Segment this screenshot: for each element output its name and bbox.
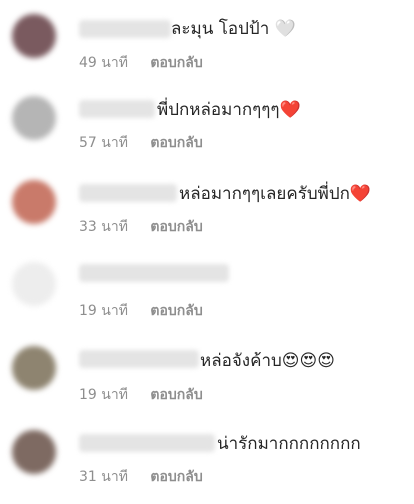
reply-button[interactable]: ตอบกลับ [150, 387, 202, 403]
comment-time: 19 นาที [79, 303, 128, 319]
username-blurred[interactable] [79, 434, 215, 452]
username-blurred[interactable] [79, 184, 177, 202]
comment-time: 33 นาที [79, 219, 128, 235]
username-blurred[interactable] [79, 100, 155, 118]
avatar[interactable] [12, 14, 56, 58]
comment-item: น่ารักมากกกกกกกก 31 นาที ตอบกลับ [0, 420, 414, 504]
avatar[interactable] [12, 96, 56, 140]
comment-meta: 57 นาที ตอบกลับ [79, 132, 203, 154]
comment-time: 57 นาที [79, 135, 128, 151]
comment-text: หล่อจังค้าบ😍😍😍 [200, 351, 335, 371]
reply-button[interactable]: ตอบกลับ [150, 469, 202, 485]
avatar[interactable] [12, 180, 56, 224]
comment-text: ละมุน โอปป้า 🤍 [171, 19, 296, 39]
username-blurred[interactable] [79, 264, 229, 282]
comment-item: ละมุน โอปป้า 🤍 49 นาที ตอบกลับ [0, 0, 414, 84]
reply-button[interactable]: ตอบกลับ [150, 219, 202, 235]
reply-button[interactable]: ตอบกลับ [150, 303, 202, 319]
comment-time: 49 นาที [79, 55, 128, 71]
comment-text: พี่ปกหล่อมากๆๆๆ❤️ [157, 100, 301, 120]
comment-item: พี่ปกหล่อมากๆๆๆ❤️ 57 นาที ตอบกลับ [0, 84, 414, 168]
comment-item: หล่อจังค้าบ😍😍😍 19 นาที ตอบกลับ [0, 336, 414, 420]
comment-meta: 33 นาที ตอบกลับ [79, 216, 203, 238]
comment-meta: 31 นาที ตอบกลับ [79, 466, 203, 488]
username-blurred[interactable] [79, 350, 199, 368]
comment-list: ละมุน โอปป้า 🤍 49 นาที ตอบกลับ พี่ปกหล่อ… [0, 0, 414, 495]
comment-text: หล่อมากๆๆเลยครับพี่ปก❤️ [179, 184, 372, 204]
reply-button[interactable]: ตอบกลับ [150, 135, 202, 151]
avatar[interactable] [12, 262, 56, 306]
comment-item: 19 นาที ตอบกลับ [0, 252, 414, 336]
comment-meta: 19 นาที ตอบกลับ [79, 384, 203, 406]
avatar[interactable] [12, 346, 56, 390]
comment-meta: 49 นาที ตอบกลับ [79, 52, 203, 74]
reply-button[interactable]: ตอบกลับ [150, 55, 202, 71]
username-blurred[interactable] [79, 20, 171, 38]
comment-meta: 19 นาที ตอบกลับ [79, 300, 203, 322]
comment-item: หล่อมากๆๆเลยครับพี่ปก❤️ 33 นาที ตอบกลับ [0, 168, 414, 252]
comment-time: 19 นาที [79, 387, 128, 403]
avatar[interactable] [12, 430, 56, 474]
comment-time: 31 นาที [79, 469, 128, 485]
comment-text: น่ารักมากกกกกกกก [217, 434, 361, 454]
